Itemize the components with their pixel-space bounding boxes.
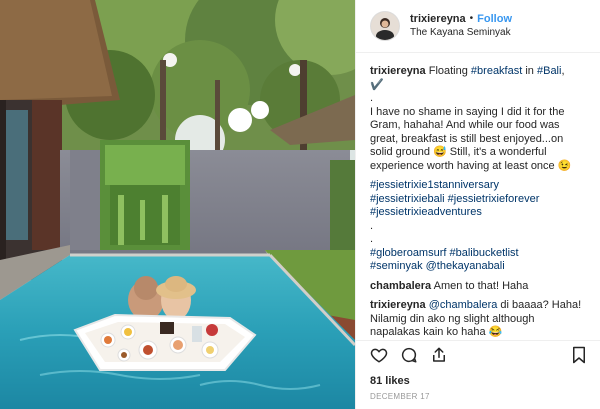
checkmark-emoji: ✔️ [370, 78, 384, 91]
caption-dot: . [370, 233, 374, 245]
hashtag-jessietrixiebali[interactable]: #jessietrixiebali [370, 193, 445, 205]
share-icon [433, 347, 445, 362]
comment-button[interactable] [398, 344, 420, 366]
caption-body: I have no shame in saying I did it for t… [370, 105, 572, 172]
hashtag-breakfast[interactable]: #breakfast [471, 65, 522, 77]
post-date: DECEMBER 17 [370, 392, 430, 401]
comment-username[interactable]: trixiereyna [370, 299, 426, 311]
caption-text: in [522, 65, 537, 77]
hashtag-jessietrixieadventures[interactable]: #jessietrixieadventures [370, 206, 482, 218]
hashtag-line-3: #jessietrixieadventures [370, 206, 586, 220]
follow-button[interactable]: Follow [477, 12, 512, 26]
instagram-post: trixiereyna • Follow The Kayana Seminyak… [0, 0, 600, 409]
hashtag-jessietrixie1stanniversary: #jessietrixie1stanniversary [370, 179, 499, 191]
caption-text: , [561, 65, 565, 77]
share-button[interactable] [428, 344, 450, 366]
comment-item: trixiereyna @chambalera di baaaa? Haha! … [370, 299, 586, 340]
hashtag-seminyak[interactable]: #seminyak [370, 260, 423, 272]
post-photo[interactable] [0, 0, 355, 409]
comment-username[interactable]: chambalera [370, 280, 431, 292]
comment-text: Amen to that! Haha [433, 279, 529, 292]
like-button[interactable] [368, 344, 390, 366]
post-header: trixiereyna • Follow The Kayana Seminyak [356, 0, 600, 53]
hashtag-globeroamsurf[interactable]: #globeroamsurf [370, 247, 446, 259]
avatar[interactable] [370, 11, 400, 41]
mention-chambalera[interactable]: @chambalera [429, 299, 498, 311]
location-link[interactable]: The Kayana Seminyak [410, 26, 512, 40]
bookmark-icon [573, 346, 585, 364]
separator-dot: • [469, 13, 474, 24]
hashtag-line-4: #globeroamsurf #balibucketlist [370, 247, 586, 261]
pool-breakfast-photo [0, 0, 355, 409]
comment-icon [401, 347, 417, 363]
hashtag-line-2: #jessietrixiebali #jessietrixieforever [370, 193, 586, 207]
heart-icon [370, 348, 388, 363]
comment-item: chambalera Amen to that! Haha [370, 280, 586, 294]
hashtag-jessietrixieforever[interactable]: #jessietrixieforever [448, 193, 540, 205]
caption: trixiereyna Floating #breakfast in #Bali… [370, 65, 586, 274]
likes-count[interactable]: 81 likes [356, 369, 600, 389]
comments-section: trixiereyna Floating #breakfast in #Bali… [356, 53, 600, 340]
caption-dot: . [370, 92, 374, 104]
caption-dot: . [370, 219, 374, 232]
caption-text: Floating [428, 65, 471, 77]
post-side-panel: trixiereyna • Follow The Kayana Seminyak… [355, 0, 600, 409]
hashtag-bali[interactable]: #Bali [537, 65, 561, 77]
save-button[interactable] [568, 344, 590, 366]
caption-username[interactable]: trixiereyna [370, 65, 426, 77]
action-bar [356, 340, 600, 369]
hashtag-line-5: #seminyak @thekayanabali [370, 260, 586, 274]
hashtag-balibucketlist[interactable]: #balibucketlist [450, 247, 519, 259]
username[interactable]: trixiereyna [410, 12, 466, 26]
header-text: trixiereyna • Follow The Kayana Seminyak [410, 12, 512, 40]
mention-thekayanabali[interactable]: @thekayanabali [426, 260, 505, 272]
